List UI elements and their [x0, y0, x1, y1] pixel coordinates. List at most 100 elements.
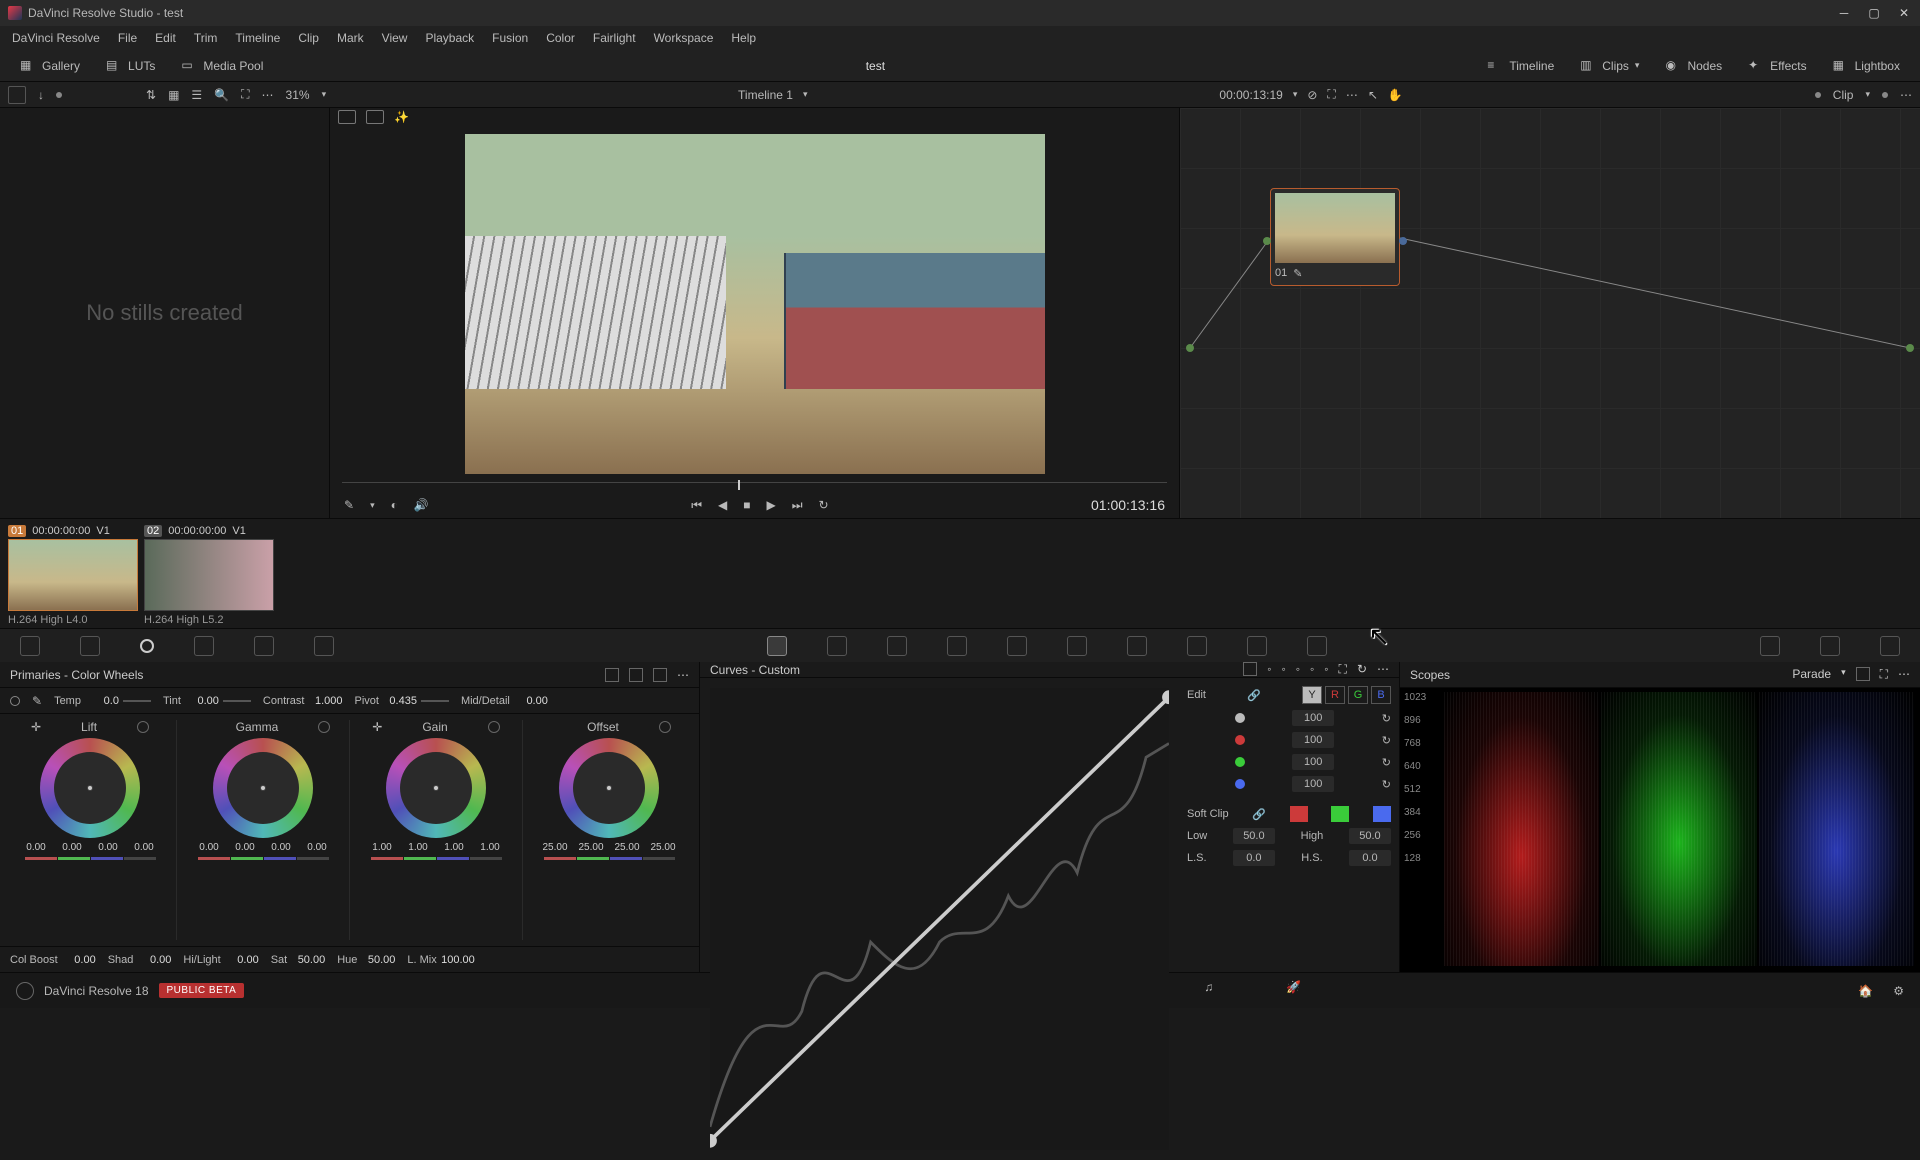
channel-b-tab[interactable]: B [1371, 686, 1391, 704]
clip-mode[interactable]: Clip [1833, 88, 1854, 102]
maximize-button[interactable]: ▢ [1866, 5, 1882, 21]
channel-r-tab[interactable]: R [1325, 686, 1345, 704]
cursor-icon[interactable]: ↖ [1368, 88, 1378, 102]
lightbox-toggle[interactable]: ▦Lightbox [1825, 54, 1908, 78]
bypass-icon[interactable]: ⊘ [1307, 88, 1317, 102]
wheels-mode-icon[interactable] [605, 668, 619, 682]
picker-icon[interactable]: ✎ [32, 694, 42, 708]
intensity-r[interactable]: 100 [1292, 732, 1334, 748]
stop-button[interactable]: ■ [743, 498, 750, 512]
more-icon[interactable]: ⋯ [1900, 88, 1912, 102]
menu-item[interactable]: Fusion [492, 31, 528, 45]
middetail-value[interactable]: 0.00 [514, 695, 548, 707]
minimize-button[interactable]: ─ [1836, 5, 1852, 21]
bars-mode-icon[interactable] [629, 668, 643, 682]
play-button[interactable]: ▶ [767, 498, 776, 512]
mute-icon[interactable]: 🔊 [414, 498, 429, 512]
fairlight-page-icon[interactable]: ♫ [1204, 980, 1226, 1002]
shad-value[interactable]: 0.00 [137, 954, 171, 966]
softclip-r[interactable] [1290, 806, 1308, 822]
more-icon[interactable]: ⋯ [1898, 667, 1910, 682]
temp-value[interactable]: 0.0 [85, 695, 119, 707]
gain-wheel[interactable] [386, 738, 486, 838]
window-icon[interactable] [947, 636, 967, 656]
next-clip-button[interactable]: ⏭ [792, 498, 803, 513]
reset-icon[interactable] [488, 721, 500, 733]
close-button[interactable]: ✕ [1896, 5, 1912, 21]
hue-value[interactable]: 50.00 [361, 954, 395, 966]
reset-icon[interactable]: ↻ [1382, 712, 1391, 725]
expand-icon[interactable]: ⛶ [1880, 667, 1888, 682]
reset-icon[interactable]: ↻ [1382, 756, 1391, 769]
pivot-value[interactable]: 0.435 [383, 695, 417, 707]
viewer-preview[interactable] [465, 134, 1045, 474]
softclip-g[interactable] [1331, 806, 1349, 822]
viewer-scrubber[interactable] [342, 482, 1167, 492]
reset-icon[interactable]: ↻ [1382, 778, 1391, 791]
sizing-icon[interactable] [1247, 636, 1267, 656]
magic-mask-icon[interactable] [1067, 636, 1087, 656]
softclip-low[interactable]: 50.0 [1233, 828, 1275, 844]
curve-graph[interactable] [700, 678, 1179, 1160]
list-icon[interactable]: ☰ [191, 88, 202, 102]
curves-mode-icon[interactable] [1243, 662, 1257, 676]
menu-item[interactable]: Help [731, 31, 756, 45]
cross-icon[interactable]: ✛ [372, 720, 382, 734]
more-icon[interactable]: ⋯ [1377, 662, 1389, 677]
deliver-page-icon[interactable]: 🚀 [1286, 980, 1308, 1002]
highlight-icon[interactable] [338, 110, 356, 124]
cloud-icon[interactable] [16, 982, 34, 1000]
reset-icon[interactable] [318, 721, 330, 733]
clip-thumbnail[interactable]: 0200:00:00:00V1 H.264 High L5.2 [144, 525, 274, 622]
prev-clip-button[interactable]: ⏮ [691, 498, 702, 513]
color-match-icon[interactable] [80, 636, 100, 656]
intensity-g[interactable]: 100 [1292, 754, 1334, 770]
marker-icon[interactable] [56, 92, 62, 98]
menu-item[interactable]: View [382, 31, 408, 45]
wheels-icon[interactable] [140, 639, 154, 653]
grid-icon[interactable]: ▦ [168, 88, 179, 102]
node-graph[interactable]: 01✎ [1180, 108, 1920, 518]
rgb-mixer-icon[interactable] [254, 636, 274, 656]
3d-icon[interactable] [1307, 636, 1327, 656]
home-icon[interactable]: 🏠 [1858, 984, 1873, 998]
key-icon[interactable] [1187, 636, 1207, 656]
auto-balance-icon[interactable] [10, 696, 20, 706]
more-icon[interactable]: ⋯ [1346, 88, 1358, 102]
menu-item[interactable]: DaVinci Resolve [12, 31, 100, 45]
settings-icon[interactable]: ⚙ [1893, 984, 1904, 998]
intensity-b[interactable]: 100 [1292, 776, 1334, 792]
softclip-b[interactable] [1373, 806, 1391, 822]
softclip-hs[interactable]: 0.0 [1349, 850, 1391, 866]
sort-icon[interactable]: ⇅ [146, 88, 156, 102]
curves-icon[interactable] [767, 636, 787, 656]
nodes-toggle[interactable]: ◉Nodes [1657, 54, 1730, 78]
cross-icon[interactable]: ✛ [31, 720, 41, 734]
menu-item[interactable]: Color [546, 31, 575, 45]
hilight-value[interactable]: 0.00 [225, 954, 259, 966]
lmix-value[interactable]: 100.00 [441, 954, 475, 966]
search-icon[interactable]: 🔍 [214, 88, 229, 102]
reset-icon[interactable] [659, 721, 671, 733]
clips-toggle[interactable]: ▥Clips▾ [1572, 54, 1647, 78]
gamma-wheel[interactable] [213, 738, 313, 838]
reset-icon[interactable]: ↻ [1382, 734, 1391, 747]
fullscreen-icon[interactable]: ⛶ [1327, 87, 1335, 102]
expand-icon[interactable]: ⛶ [241, 87, 249, 102]
step-back-button[interactable]: ◀ [718, 498, 727, 512]
picker-icon[interactable]: ✎ [344, 498, 354, 512]
clip-thumbnail[interactable]: 0100:00:00:00V1 H.264 High L4.0 [8, 525, 138, 622]
scope-option-icon[interactable] [1856, 667, 1870, 681]
more-icon[interactable]: ⋯ [677, 668, 689, 682]
softclip-ls[interactable]: 0.0 [1233, 850, 1275, 866]
colboost-value[interactable]: 0.00 [62, 954, 96, 966]
reset-icon[interactable] [137, 721, 149, 733]
more-icon[interactable]: ⋯ [262, 88, 274, 102]
dot-icon[interactable]: ◦ [1310, 662, 1314, 677]
loop-button[interactable]: ↻ [819, 498, 829, 512]
luts-toggle[interactable]: ▤LUTs [98, 54, 163, 78]
camera-raw-icon[interactable] [20, 636, 40, 656]
menu-item[interactable]: Playback [425, 31, 474, 45]
contrast-value[interactable]: 1.000 [308, 695, 342, 707]
softclip-high[interactable]: 50.0 [1349, 828, 1391, 844]
